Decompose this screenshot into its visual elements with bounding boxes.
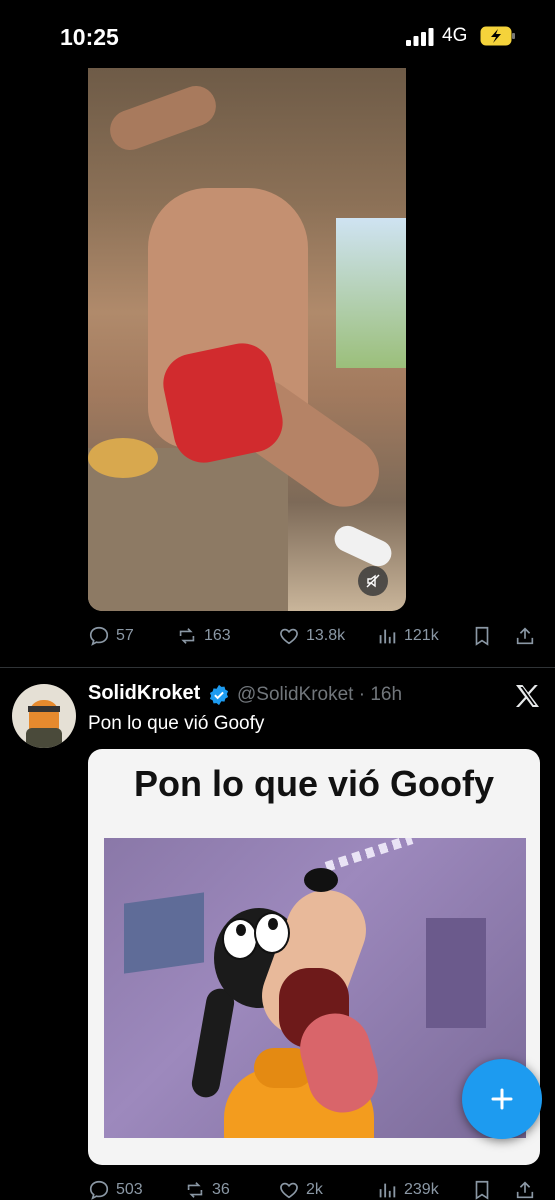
views-count: 239k xyxy=(404,1181,439,1198)
compose-plus-icon xyxy=(491,1088,513,1110)
post2-action-bar: 503 36 2k 239k xyxy=(88,1176,548,1200)
network-type: 4G xyxy=(442,25,468,46)
handle-and-time[interactable]: @SolidKroket · 16h xyxy=(237,684,402,706)
views-count: 121k xyxy=(404,627,439,644)
views-icon xyxy=(379,629,396,644)
x-logo-icon xyxy=(516,685,539,707)
reply-count: 503 xyxy=(116,1181,143,1198)
repost-icon xyxy=(179,628,195,644)
repost-button[interactable]: 163 xyxy=(176,625,231,647)
views-button[interactable]: 239k xyxy=(376,1179,439,1200)
compose-button[interactable] xyxy=(462,1059,542,1139)
reply-button[interactable]: 57 xyxy=(88,625,134,647)
bookmark-icon xyxy=(475,1180,489,1200)
post-divider xyxy=(0,667,555,668)
goofy-nose xyxy=(304,868,338,892)
like-button[interactable]: 2k xyxy=(278,1179,323,1200)
like-icon xyxy=(280,1182,298,1199)
share-icon xyxy=(516,627,534,645)
share-button[interactable] xyxy=(514,1179,536,1200)
avatar[interactable] xyxy=(12,684,76,748)
bookmark-button[interactable] xyxy=(471,1179,493,1200)
goofy-pupil xyxy=(236,924,246,936)
repost-count: 36 xyxy=(212,1181,230,1198)
post1-action-bar: 57 163 13.8k 121k xyxy=(88,622,548,650)
avatar-suit xyxy=(26,728,62,748)
video-background xyxy=(336,218,406,368)
video-plate xyxy=(88,438,158,478)
like-icon xyxy=(280,628,298,645)
goofy-ear xyxy=(189,986,237,1100)
bookmark-button[interactable] xyxy=(471,625,493,647)
like-count: 2k xyxy=(306,1181,323,1198)
goofy-pupil xyxy=(268,918,278,930)
reply-count: 57 xyxy=(116,627,134,644)
share-icon xyxy=(516,1181,534,1199)
share-button[interactable] xyxy=(514,625,536,647)
status-bar: 10:25 4G xyxy=(0,0,555,68)
verified-icon xyxy=(209,684,229,706)
reply-icon xyxy=(89,626,109,646)
views-icon xyxy=(379,1183,396,1198)
display-name[interactable]: SolidKroket xyxy=(88,682,200,705)
repost-count: 163 xyxy=(204,627,231,644)
meme-bg-lights xyxy=(324,838,414,872)
like-button[interactable]: 13.8k xyxy=(278,625,345,647)
meme-bg-panel xyxy=(426,918,486,1028)
avatar-bandana xyxy=(28,706,60,712)
repost-icon xyxy=(187,1182,203,1198)
reply-button[interactable]: 503 xyxy=(88,1179,143,1200)
status-time: 10:25 xyxy=(60,24,119,50)
mute-button[interactable] xyxy=(358,566,388,596)
tweet-text: Pon lo que vió Goofy xyxy=(88,713,265,734)
like-count: 13.8k xyxy=(306,627,346,644)
views-button[interactable]: 121k xyxy=(376,625,439,647)
bookmark-icon xyxy=(475,626,489,646)
video-sock xyxy=(330,521,396,571)
meme-bg-panel xyxy=(124,892,204,974)
signal-icon xyxy=(406,28,434,46)
battery-charging-icon xyxy=(480,26,515,46)
video-arm xyxy=(104,80,222,156)
repost-button[interactable]: 36 xyxy=(184,1179,230,1200)
meme-caption: Pon lo que vió Goofy xyxy=(134,763,494,804)
reply-icon xyxy=(89,1180,109,1200)
post-video[interactable] xyxy=(88,68,406,611)
mute-icon xyxy=(366,574,380,588)
